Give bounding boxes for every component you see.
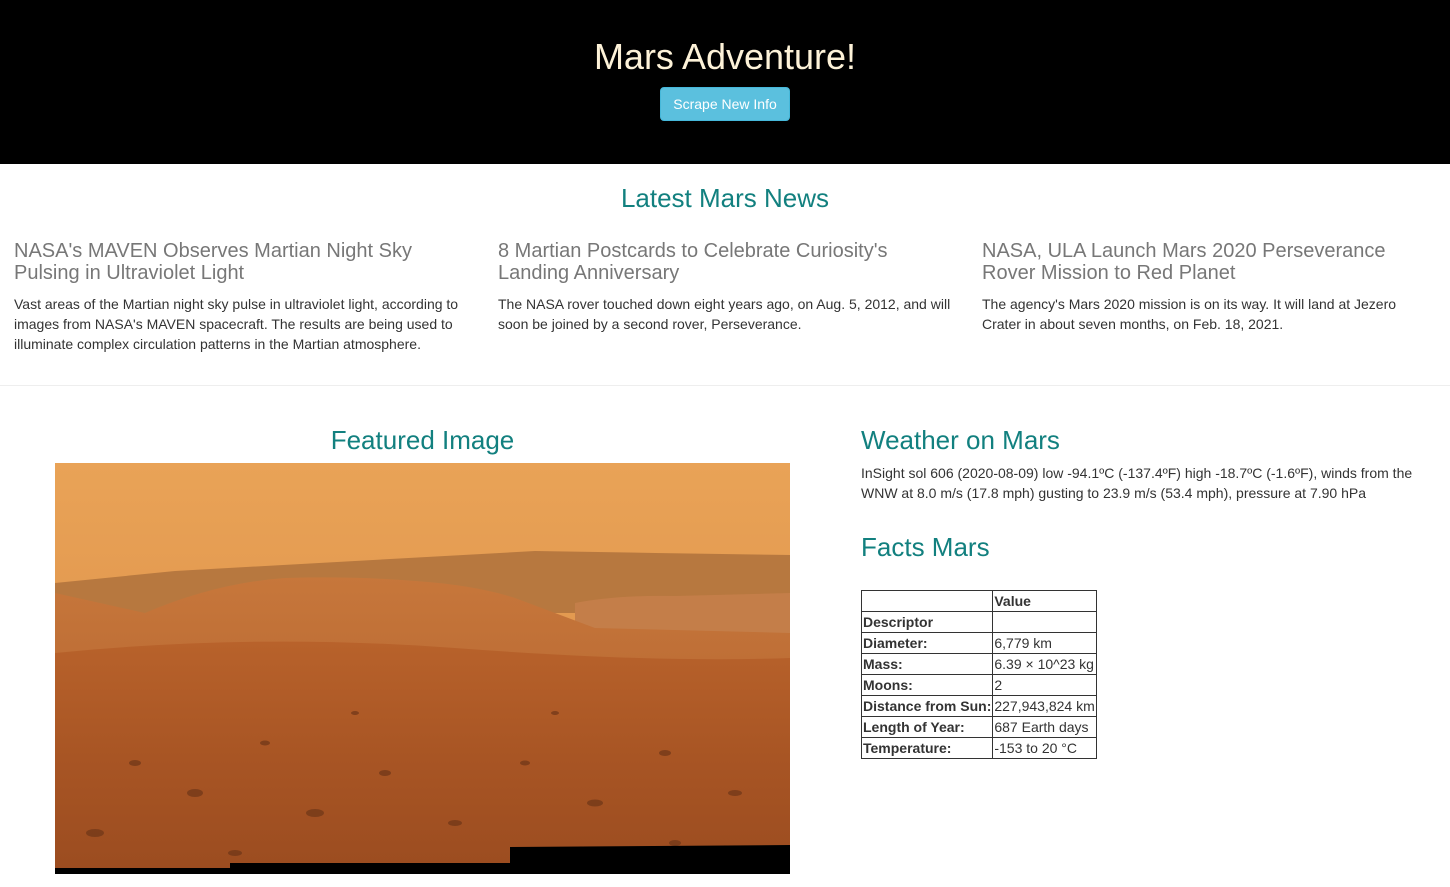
news-title: 8 Martian Postcards to Celebrate Curiosi… xyxy=(498,240,888,284)
jumbotron-header: Mars Adventure! Scrape New Info xyxy=(0,0,1450,164)
table-header-cell: Value xyxy=(992,590,1097,612)
mars-facts-table: Value Descriptor Diameter: 6,779 km Mass… xyxy=(860,590,1097,759)
featured-image-heading: Featured Image xyxy=(330,425,515,455)
fact-label: Distance from Sun: xyxy=(860,695,994,717)
table-row: Length of Year: 687 Earth days xyxy=(860,716,1097,738)
news-paragraph: The NASA rover touched down eight years … xyxy=(498,296,951,332)
site-title: Mars Adventure! xyxy=(593,36,857,77)
table-row: Temperature: -153 to 20 °C xyxy=(860,737,1097,759)
table-row: Distance from Sun: 227,943,824 km xyxy=(860,695,1097,717)
weather-text: InSight sol 606 (2020-08-09) low -94.1ºC… xyxy=(861,465,1413,501)
fact-label: Length of Year: xyxy=(860,716,994,738)
fact-value: 2 xyxy=(992,674,1097,696)
news-title: NASA's MAVEN Observes Martian Night Sky … xyxy=(14,240,413,284)
table-header-cell xyxy=(860,590,994,612)
section-divider xyxy=(0,385,1450,386)
news-paragraph: The agency's Mars 2020 mission is on its… xyxy=(982,296,1397,332)
table-index-row: Descriptor xyxy=(860,611,1097,633)
fact-value: 687 Earth days xyxy=(992,716,1097,738)
table-row: Mass: 6.39 × 10^23 kg xyxy=(860,653,1097,675)
fact-value: -153 to 20 °C xyxy=(992,737,1097,759)
news-item: NASA's MAVEN Observes Martian Night Sky … xyxy=(14,240,469,354)
table-row: Moons: 2 xyxy=(860,674,1097,696)
table-index-label: Descriptor xyxy=(860,611,994,633)
fact-label: Temperature: xyxy=(860,737,994,759)
fact-value: 227,943,824 km xyxy=(992,695,1097,717)
table-row: Diameter: 6,779 km xyxy=(860,632,1097,654)
fact-label: Moons: xyxy=(860,674,994,696)
featured-mars-image xyxy=(55,463,790,874)
table-header-cell xyxy=(992,611,1097,633)
news-title: NASA, ULA Launch Mars 2020 Perseverance … xyxy=(982,240,1386,284)
news-item: 8 Martian Postcards to Celebrate Curiosi… xyxy=(498,240,953,334)
facts-heading: Facts Mars xyxy=(861,532,990,562)
scrape-new-info-button[interactable]: Scrape New Info xyxy=(660,87,790,121)
fact-value: 6.39 × 10^23 kg xyxy=(992,653,1097,675)
weather-heading: Weather on Mars xyxy=(861,425,1060,455)
news-paragraph: Vast areas of the Martian night sky puls… xyxy=(14,296,459,352)
fact-value: 6,779 km xyxy=(992,632,1097,654)
fact-label: Mass: xyxy=(860,653,994,675)
table-header-row: Value xyxy=(860,590,1097,612)
news-item: NASA, ULA Launch Mars 2020 Perseverance … xyxy=(982,240,1437,334)
fact-label: Diameter: xyxy=(860,632,994,654)
latest-news-heading: Latest Mars News xyxy=(620,183,830,213)
